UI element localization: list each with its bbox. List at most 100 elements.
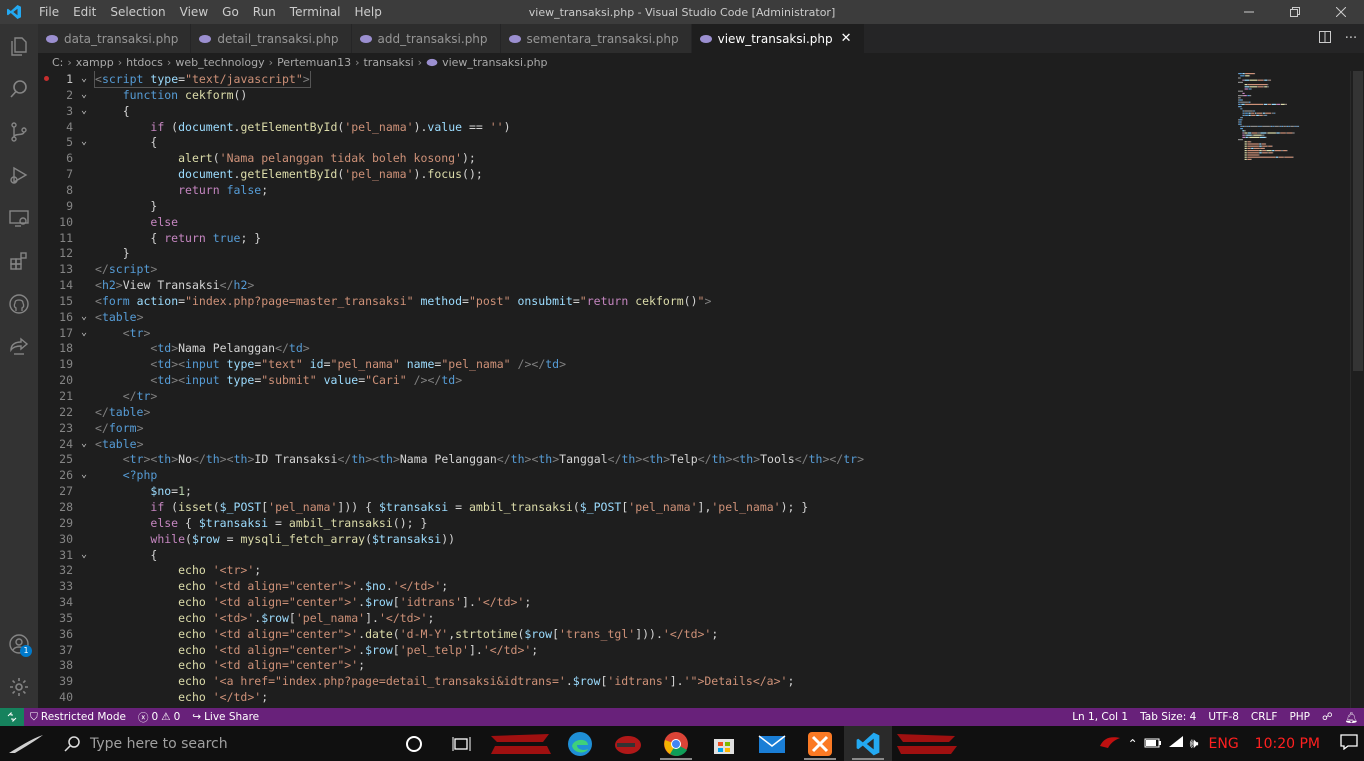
code-line[interactable]: 28 if (isset($_POST['pel_nama'])) { $tra… bbox=[38, 499, 1238, 515]
minimize-button[interactable] bbox=[1226, 0, 1272, 24]
code-line[interactable]: 26 ⌄ <?php bbox=[38, 467, 1238, 483]
end-of-line[interactable]: CRLF bbox=[1245, 711, 1284, 723]
code-line[interactable]: 37 echo '<td align="center">'.$row['pel_… bbox=[38, 642, 1238, 658]
code-line[interactable]: 18 <td>Nama Pelanggan</td> bbox=[38, 340, 1238, 356]
code-line[interactable]: 12 } bbox=[38, 245, 1238, 261]
code-line[interactable]: 16 ⌄ <table> bbox=[38, 309, 1238, 325]
xampp-icon[interactable] bbox=[796, 726, 844, 761]
live-share-icon[interactable] bbox=[0, 325, 38, 368]
code-line[interactable]: 14 <h2>View Transaksi</h2> bbox=[38, 277, 1238, 293]
settings-gear-icon[interactable] bbox=[0, 665, 38, 708]
scrollbar-thumb[interactable] bbox=[1353, 71, 1363, 371]
code-line[interactable]: 33 echo '<td align="center">'.$no.'</td>… bbox=[38, 578, 1238, 594]
code-line[interactable]: 8 return false; bbox=[38, 182, 1238, 198]
code-line[interactable]: 3 ⌄ { bbox=[38, 103, 1238, 119]
menu-terminal[interactable]: Terminal bbox=[283, 0, 348, 24]
code-line[interactable]: 4 if (document.getElementById('pel_nama'… bbox=[38, 119, 1238, 135]
code-line[interactable]: 15 <form action = "index.php?page=master_tr… bbox=[38, 293, 1238, 309]
breadcrumb-item[interactable]: transaksi bbox=[363, 56, 413, 69]
explorer-icon[interactable] bbox=[0, 24, 38, 67]
account-icon[interactable]: 1 bbox=[0, 622, 38, 665]
code-line[interactable]: 32 echo '<tr>'; bbox=[38, 562, 1238, 578]
live-share-status[interactable]: ↪ Live Share bbox=[186, 711, 265, 723]
helmet-app-icon[interactable] bbox=[604, 726, 652, 761]
code-line[interactable]: 7 document.getElementById('pel_nama').fo… bbox=[38, 166, 1238, 182]
close-tab-icon[interactable]: ✕ bbox=[841, 31, 852, 46]
taskbar-search[interactable]: Type here to search bbox=[50, 726, 390, 761]
code-line[interactable]: 39 echo '<a href="index.php?page=detail_… bbox=[38, 673, 1238, 689]
encoding[interactable]: UTF-8 bbox=[1202, 711, 1245, 723]
vertical-scrollbar[interactable] bbox=[1350, 71, 1364, 708]
tab-detail-transaksi[interactable]: detail_transaksi.php bbox=[191, 24, 352, 53]
battery-icon[interactable] bbox=[1144, 734, 1162, 753]
tab-sementara-transaksi[interactable]: sementara_transaksi.php bbox=[500, 24, 692, 53]
fold-chevron-icon[interactable]: ⌄ bbox=[73, 103, 95, 119]
fold-chevron-icon[interactable]: ⌄ bbox=[73, 71, 95, 87]
menu-edit[interactable]: Edit bbox=[66, 0, 103, 24]
notification-center-icon[interactable] bbox=[1340, 733, 1358, 754]
wifi-icon[interactable] bbox=[1168, 734, 1184, 753]
chrome-browser-icon[interactable] bbox=[652, 726, 700, 761]
chevron-up-icon[interactable]: ⌃ bbox=[1128, 737, 1138, 751]
run-debug-icon[interactable] bbox=[0, 153, 38, 196]
menu-run[interactable]: Run bbox=[246, 0, 283, 24]
menu-help[interactable]: Help bbox=[348, 0, 389, 24]
rog-logo-icon[interactable] bbox=[1098, 734, 1122, 754]
volume-icon[interactable]: 🕪︎ bbox=[1190, 736, 1199, 752]
code-line[interactable]: 21 </tr> bbox=[38, 388, 1238, 404]
restricted-mode[interactable]: ⛉ Restricted Mode bbox=[24, 711, 132, 724]
code-line[interactable]: 9 } bbox=[38, 198, 1238, 214]
feedback-icon[interactable]: ☍ bbox=[1316, 711, 1339, 723]
code-line[interactable]: 5 ⌄ { bbox=[38, 134, 1238, 150]
code-line[interactable]: 23 </form> bbox=[38, 420, 1238, 436]
mail-icon[interactable] bbox=[748, 726, 796, 761]
cursor-position[interactable]: Ln 1, Col 1 bbox=[1066, 711, 1134, 723]
source-control-icon[interactable] bbox=[0, 110, 38, 153]
code-line[interactable]: 40 echo '</td>'; bbox=[38, 689, 1238, 705]
extensions-icon[interactable] bbox=[0, 239, 38, 282]
code-line[interactable]: 29 else { $transaksi = ambil_transaksi()… bbox=[38, 515, 1238, 531]
breadcrumb-file[interactable]: view_transaksi.php bbox=[442, 56, 547, 69]
code-line[interactable]: 35 echo '<td>'.$row['pel_nama'].'</td>'; bbox=[38, 610, 1238, 626]
store-icon[interactable] bbox=[700, 726, 748, 761]
code-line[interactable]: 34 echo '<td align="center">'.$row['idtr… bbox=[38, 594, 1238, 610]
vscode-taskbar-icon[interactable] bbox=[844, 726, 892, 761]
clock[interactable]: 10:20 PM bbox=[1255, 736, 1320, 752]
code-line[interactable]: 25 <tr><th>No</th><th>ID Transaksi</th><… bbox=[38, 451, 1238, 467]
code-line[interactable]: 30 while($row = mysqli_fetch_array($tran… bbox=[38, 531, 1238, 547]
code-line[interactable]: 11 { return true; } bbox=[38, 230, 1238, 246]
fold-chevron-icon[interactable]: ⌄ bbox=[73, 87, 95, 103]
code-line[interactable]: 27 $no=1; bbox=[38, 483, 1238, 499]
menu-file[interactable]: File bbox=[32, 0, 66, 24]
code-line[interactable]: 36 echo '<td align="center">'.date('d-M-… bbox=[38, 626, 1238, 642]
code-line[interactable]: 38 echo '<td align="center">'; bbox=[38, 657, 1238, 673]
fold-chevron-icon[interactable]: ⌄ bbox=[73, 547, 95, 563]
close-window-button[interactable] bbox=[1318, 0, 1364, 24]
breadcrumb-item[interactable]: web_technology bbox=[175, 56, 264, 69]
menu-selection[interactable]: Selection bbox=[103, 0, 172, 24]
breadcrumb-item[interactable]: xampp bbox=[76, 56, 114, 69]
code-line[interactable]: 1 ⌄ <script type="text/javascript"> bbox=[38, 71, 1238, 88]
breadcrumb-item[interactable]: C: bbox=[52, 56, 63, 69]
minimap[interactable] bbox=[1236, 71, 1346, 171]
code-line[interactable]: 19 <td><input type="text" id="pel_nama" … bbox=[38, 356, 1238, 372]
language-mode[interactable]: PHP bbox=[1283, 711, 1316, 723]
code-editor[interactable]: 1 ⌄ <script type="text/javascript"> 2 ⌄ func… bbox=[38, 71, 1364, 708]
breadcrumb-item[interactable]: htdocs bbox=[126, 56, 163, 69]
input-language[interactable]: ENG bbox=[1209, 736, 1239, 752]
restore-button[interactable] bbox=[1272, 0, 1318, 24]
menu-view[interactable]: View bbox=[173, 0, 215, 24]
code-line[interactable]: 24 ⌄ <table> bbox=[38, 436, 1238, 452]
github-icon[interactable] bbox=[0, 282, 38, 325]
code-line[interactable]: 13 </script> bbox=[38, 261, 1238, 277]
more-actions-icon[interactable]: ··· bbox=[1338, 31, 1364, 46]
code-line[interactable]: 10 else bbox=[38, 214, 1238, 230]
code-line[interactable]: 6 alert('Nama pelanggan tidak boleh koso… bbox=[38, 150, 1238, 166]
tab-data-transaksi[interactable]: data_transaksi.php bbox=[38, 24, 192, 53]
tab-view-transaksi[interactable]: view_transaksi.php ✕ bbox=[691, 24, 865, 53]
code-line[interactable]: 20 <td><input type="submit" value="Cari"… bbox=[38, 372, 1238, 388]
breadcrumb-item[interactable]: Pertemuan13 bbox=[277, 56, 351, 69]
start-button-icon[interactable] bbox=[0, 726, 50, 761]
split-editor-icon[interactable] bbox=[1312, 30, 1338, 47]
cortana-icon[interactable] bbox=[390, 726, 438, 761]
